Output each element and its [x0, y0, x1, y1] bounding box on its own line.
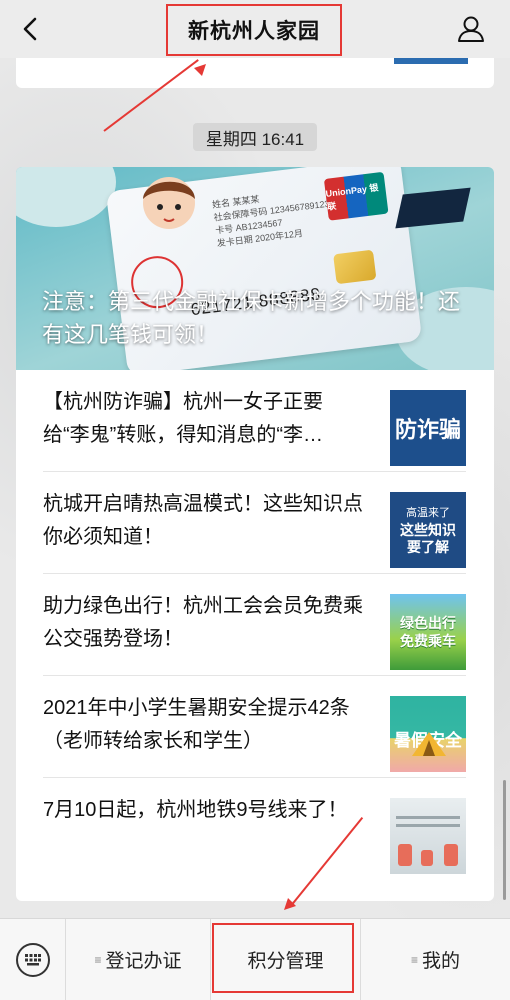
- cloud-decoration: [16, 167, 116, 227]
- menu-tab-mine[interactable]: ≡ 我的: [361, 919, 510, 1000]
- subway-interior-thumbnail: [390, 798, 466, 874]
- article-thumbnail: 防诈骗: [390, 390, 466, 466]
- article-item[interactable]: 杭城开启晴热高温模式！这些知识点你必须知道！ 高温来了 这些知识 要了解: [16, 472, 494, 574]
- article-title: 7月10日起，杭州地铁9号线来了！: [43, 799, 348, 821]
- seat: [444, 844, 458, 866]
- article-thumbnail: 绿色出行 免费乘车: [390, 594, 466, 670]
- message-timestamp: 星期四 16:41: [193, 123, 317, 151]
- menu-tab-points[interactable]: 积分管理: [211, 918, 361, 1000]
- thumbnail-text: 这些知识: [400, 521, 456, 538]
- article-title: 助力绿色出行！杭州工会会员免费乘公交强势登场！: [43, 595, 363, 650]
- thumbnail-text: 高温来了: [406, 506, 450, 519]
- unionpay-logo: UnionPay 银联: [323, 171, 389, 221]
- article-title: 2021年中小学生暑期安全提示42条（老师转给家长和学生）: [43, 697, 350, 752]
- user-icon: [458, 16, 484, 42]
- seat: [398, 844, 412, 866]
- thumbnail-text: 免费乘车: [400, 633, 456, 649]
- article-item[interactable]: 2021年中小学生暑期安全提示42条（老师转给家长和学生） 暑假安全: [16, 676, 494, 778]
- handrail: [396, 824, 460, 827]
- back-button[interactable]: [14, 12, 48, 46]
- menu-tab-label: 积分管理: [247, 951, 324, 972]
- thumbnail-text: 绿色出行: [400, 615, 456, 631]
- previous-message-card[interactable]: [16, 58, 494, 88]
- scrollbar[interactable]: [503, 780, 506, 900]
- article-thumbnail: 暑假安全: [390, 696, 466, 772]
- article-item[interactable]: 7月10日起，杭州地铁9号线来了！: [16, 778, 494, 880]
- news-card: 姓名 某某某 社会保障号码 123456789123456789 卡号 AB12…: [16, 167, 494, 901]
- previous-thumbnail: [394, 58, 468, 64]
- bottom-menu-bar: ≡ 登记办证 积分管理 ≡ 我的: [0, 918, 510, 1000]
- thumbnail-text: 防诈骗: [394, 417, 461, 442]
- page-title: 新杭州人家园: [166, 4, 342, 56]
- top-bar: 新杭州人家园: [0, 0, 510, 58]
- cartoon-boy-icon: [143, 177, 195, 229]
- tent-icon: [412, 732, 446, 756]
- annotation-arrowhead-top: [194, 64, 206, 76]
- handrail: [396, 816, 460, 819]
- thumbnail-text: 要了解: [407, 538, 449, 555]
- menu-tab-label: 我的: [422, 951, 461, 972]
- menu-icon: ≡: [94, 952, 102, 967]
- menu-icon: ≡: [410, 952, 418, 967]
- annotation-arrowhead-bottom: [284, 898, 296, 910]
- profile-button[interactable]: [454, 12, 488, 46]
- seat: [421, 850, 433, 866]
- hero-title: 注意：第三代金融社保卡新增多个功能！还有这几笔钱可领！: [42, 289, 461, 347]
- menu-tab-label: 登记办证: [105, 951, 182, 972]
- article-item[interactable]: 助力绿色出行！杭州工会会员免费乘公交强势登场！ 绿色出行 免费乘车: [16, 574, 494, 676]
- menu-tab-registration[interactable]: ≡ 登记办证: [66, 918, 211, 1000]
- chevron-left-icon: [23, 17, 37, 41]
- article-item[interactable]: 【杭州防诈骗】杭州一女子正要给“李鬼”转账，得知消息的“李… 防诈骗: [16, 370, 494, 472]
- graduation-cap-icon: [395, 187, 471, 229]
- keyboard-toggle-button[interactable]: [0, 918, 66, 1000]
- card-chip-icon: [333, 249, 377, 285]
- article-title: 杭城开启晴热高温模式！这些知识点你必须知道！: [43, 493, 363, 548]
- article-title: 【杭州防诈骗】杭州一女子正要给“李鬼”转账，得知消息的“李…: [43, 391, 323, 446]
- hero-article[interactable]: 姓名 某某某 社会保障号码 123456789123456789 卡号 AB12…: [16, 167, 494, 370]
- keyboard-icon: [15, 942, 50, 977]
- article-thumbnail: 高温来了 这些知识 要了解: [390, 492, 466, 568]
